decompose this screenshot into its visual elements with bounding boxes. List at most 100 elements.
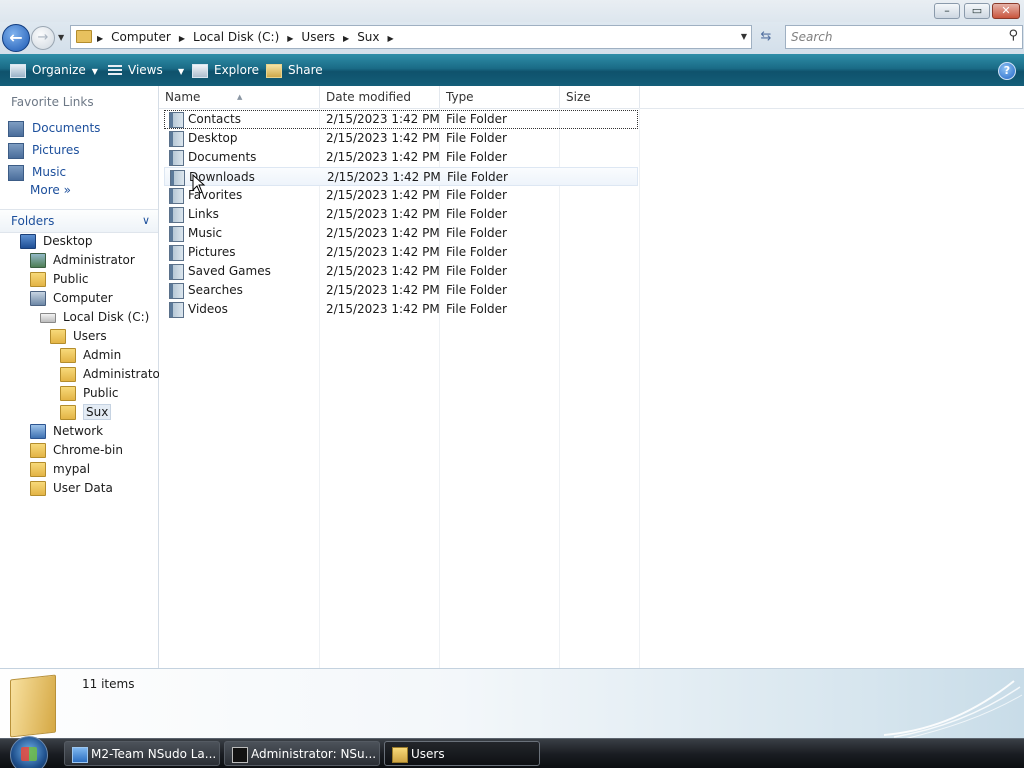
- column-header-name[interactable]: Name ▲: [159, 86, 320, 108]
- explorer-folder-icon: [392, 747, 408, 763]
- folder-icon: [50, 329, 66, 344]
- file-name-cell[interactable]: Saved Games: [164, 262, 271, 281]
- folder-tree-item[interactable]: Network: [30, 422, 103, 441]
- share-button[interactable]: Share: [266, 54, 323, 86]
- title-bar: – ▭ ✕: [0, 0, 1024, 22]
- help-button[interactable]: ?: [998, 62, 1016, 80]
- breadcrumb-local-disk[interactable]: Local Disk (C:): [193, 30, 279, 44]
- file-name-cell[interactable]: Contacts: [164, 110, 241, 129]
- search-input[interactable]: Search ⚲: [785, 25, 1023, 49]
- views-button[interactable]: Views: [108, 54, 163, 86]
- file-row[interactable]: Videos 2/15/2023 1:42 PM File Folder: [164, 300, 638, 319]
- recent-pages-dropdown[interactable]: ▼: [58, 33, 64, 42]
- folder-tree-item[interactable]: mypal: [30, 460, 90, 479]
- file-name-cell[interactable]: Desktop: [164, 129, 238, 148]
- forward-button[interactable]: →: [31, 26, 55, 50]
- folders-header[interactable]: Folders ∨: [0, 209, 158, 233]
- close-button[interactable]: ✕: [992, 3, 1020, 19]
- type-cell: File Folder: [446, 150, 507, 164]
- refresh-button[interactable]: ⇆: [756, 28, 776, 46]
- organize-button[interactable]: Organize ▼: [10, 54, 98, 86]
- file-row[interactable]: Searches 2/15/2023 1:42 PM File Folder: [164, 281, 638, 300]
- file-row[interactable]: Desktop 2/15/2023 1:42 PM File Folder: [164, 129, 638, 148]
- file-name-cell[interactable]: Links: [164, 205, 219, 224]
- file-row[interactable]: Downloads 2/15/2023 1:42 PM File Folder: [164, 167, 638, 186]
- back-button[interactable]: ←: [2, 24, 30, 52]
- folder-tree-label: Users: [73, 329, 107, 343]
- folder-tree-item[interactable]: Local Disk (C:): [40, 308, 149, 327]
- breadcrumb-separator-icon[interactable]: ▶: [97, 28, 103, 50]
- views-dropdown[interactable]: ▼: [172, 54, 184, 86]
- file-row[interactable]: Links 2/15/2023 1:42 PM File Folder: [164, 205, 638, 224]
- file-row[interactable]: Saved Games 2/15/2023 1:42 PM File Folder: [164, 262, 638, 281]
- taskbar-button-console[interactable]: Administrator: NSu...: [224, 741, 380, 766]
- folder-tree-item[interactable]: User Data: [30, 479, 113, 498]
- file-row[interactable]: Documents 2/15/2023 1:42 PM File Folder: [164, 148, 638, 167]
- file-row[interactable]: Contacts 2/15/2023 1:42 PM File Folder: [164, 110, 638, 129]
- folder-icon: [30, 272, 46, 287]
- folder-tree-item[interactable]: Public: [60, 384, 119, 403]
- start-button[interactable]: [10, 736, 48, 768]
- file-name-cell[interactable]: Videos: [164, 300, 228, 319]
- desktop-icon: [20, 234, 36, 249]
- folder-tree-label: Public: [53, 272, 89, 286]
- folder-icon: [60, 348, 76, 363]
- file-name: Links: [188, 207, 219, 221]
- taskbar-button-users[interactable]: Users: [384, 741, 540, 766]
- folder-icon: [169, 244, 184, 261]
- column-header-label: Size: [566, 90, 591, 104]
- music-icon: [8, 164, 24, 181]
- breadcrumb-sux[interactable]: Sux: [357, 30, 379, 44]
- explore-label: Explore: [214, 63, 260, 77]
- favorite-link-pictures[interactable]: Pictures: [8, 140, 80, 160]
- folder-tree-item[interactable]: Administrator: [30, 251, 135, 270]
- folder-tree-item[interactable]: Administrator: [60, 365, 165, 384]
- taskbar-button-nsudo-launcher[interactable]: M2-Team NSudo La...: [64, 741, 220, 766]
- folder-tree-item[interactable]: Sux: [60, 403, 112, 422]
- maximize-button[interactable]: ▭: [964, 3, 990, 19]
- breadcrumb-computer[interactable]: Computer: [111, 30, 171, 44]
- column-header-type[interactable]: Type: [440, 86, 560, 108]
- explore-button[interactable]: Explore: [192, 54, 259, 86]
- file-row[interactable]: Pictures 2/15/2023 1:42 PM File Folder: [164, 243, 638, 262]
- folder-tree-item[interactable]: Users: [50, 327, 107, 346]
- type-cell: File Folder: [446, 131, 507, 145]
- breadcrumb-separator-icon[interactable]: ▶: [388, 28, 394, 50]
- file-name: Videos: [188, 302, 228, 316]
- column-header-date[interactable]: Date modified: [320, 86, 440, 108]
- breadcrumb-separator-icon[interactable]: ▶: [287, 28, 293, 50]
- breadcrumb-separator-icon[interactable]: ▶: [179, 28, 185, 50]
- folder-tree-item[interactable]: Public: [30, 270, 89, 289]
- file-list: Name ▲ Date modified Type Size Contacts 2/…: [159, 86, 1024, 668]
- disk-icon: [40, 312, 56, 323]
- more-links-button[interactable]: More »: [30, 183, 71, 197]
- folder-tree-item[interactable]: Computer: [30, 289, 113, 308]
- file-row[interactable]: Favorites 2/15/2023 1:42 PM File Folder: [164, 186, 638, 205]
- column-divider: [639, 108, 640, 668]
- sort-ascending-icon: ▲: [237, 93, 243, 101]
- address-box[interactable]: ▶ Computer ▶ Local Disk (C:) ▶ Users ▶ Sux ▶ ▼: [70, 25, 752, 49]
- more-label: More: [30, 183, 60, 197]
- file-name-cell[interactable]: Pictures: [164, 243, 236, 262]
- search-icon[interactable]: ⚲: [1008, 28, 1018, 43]
- favorite-link-music[interactable]: Music: [8, 162, 66, 182]
- breadcrumb: ▶ Computer ▶ Local Disk (C:) ▶ Users ▶ Sux ▶: [93, 26, 402, 48]
- folder-tree-label: Local Disk (C:): [63, 310, 150, 324]
- folder-icon: [60, 405, 76, 420]
- file-name-cell[interactable]: Downloads: [165, 168, 255, 187]
- folder-tree-item[interactable]: Chrome-bin: [30, 441, 123, 460]
- folder-tree-item[interactable]: Desktop: [20, 232, 93, 251]
- file-name-cell[interactable]: Searches: [164, 281, 243, 300]
- folder-tree-item[interactable]: Admin: [60, 346, 121, 365]
- item-count: 11 items: [82, 677, 135, 691]
- column-header-size[interactable]: Size: [560, 86, 640, 108]
- address-dropdown-icon[interactable]: ▼: [741, 26, 747, 48]
- file-row[interactable]: Music 2/15/2023 1:42 PM File Folder: [164, 224, 638, 243]
- favorite-link-documents[interactable]: Documents: [8, 118, 100, 138]
- file-name-cell[interactable]: Documents: [164, 148, 256, 167]
- breadcrumb-users[interactable]: Users: [301, 30, 335, 44]
- file-name-cell[interactable]: Music: [164, 224, 222, 243]
- breadcrumb-separator-icon[interactable]: ▶: [343, 28, 349, 50]
- mouse-pointer-icon: [192, 174, 206, 194]
- minimize-button[interactable]: –: [934, 3, 960, 19]
